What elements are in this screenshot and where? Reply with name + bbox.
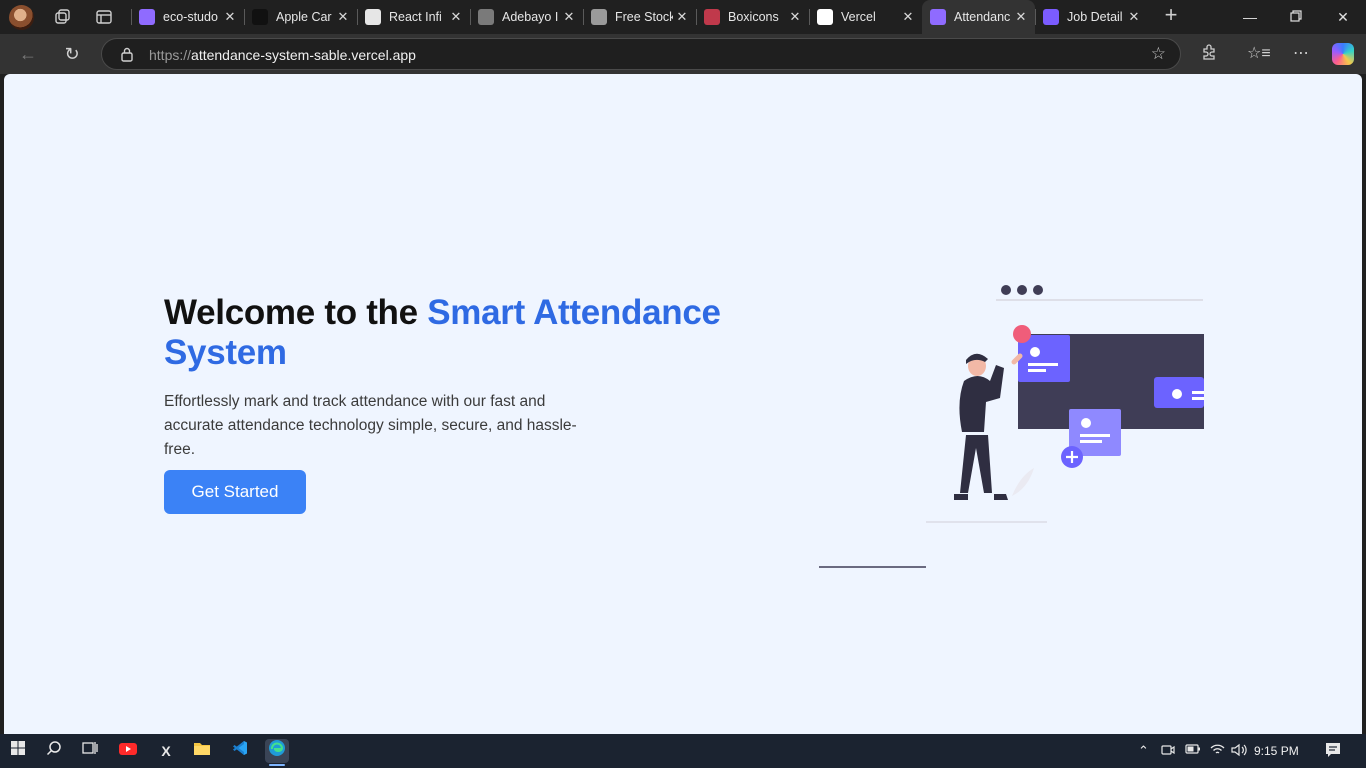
profile-avatar[interactable] <box>9 5 34 30</box>
minimize-button[interactable]: — <box>1240 7 1260 27</box>
extensions-icon[interactable] <box>1198 43 1220 65</box>
hero-title: Welcome to the Smart Attendance System <box>164 293 784 373</box>
more-options-icon[interactable]: ⋯ <box>1290 43 1312 65</box>
close-window-button[interactable]: ✕ <box>1333 7 1353 27</box>
vite-icon <box>930 9 946 25</box>
hero-description: Effortlessly mark and track attendance w… <box>164 393 577 458</box>
volume-icon[interactable] <box>1231 743 1247 760</box>
youtube-icon[interactable] <box>116 739 140 763</box>
meet-icon[interactable] <box>1161 743 1175 760</box>
close-tab-icon[interactable]: ✕ <box>901 8 915 26</box>
start-button[interactable] <box>6 739 30 763</box>
get-started-button[interactable]: Get Started <box>164 470 306 514</box>
boxicons-icon <box>704 9 720 25</box>
tab-title: Job Detail <box>1067 10 1123 24</box>
notifications-icon[interactable] <box>1325 742 1341 761</box>
x-app-icon[interactable]: X <box>154 739 178 763</box>
close-tab-icon[interactable]: ✕ <box>449 8 463 26</box>
tab-title: Attendanc <box>954 10 1011 24</box>
browser-tab[interactable]: eco-studo ✕ <box>131 0 244 34</box>
vscode-icon[interactable] <box>228 739 252 763</box>
hero-title-prefix: Welcome to the <box>164 293 428 332</box>
browser-tab[interactable]: Job Detail ✕ <box>1035 0 1148 34</box>
copilot-icon[interactable] <box>1332 43 1354 65</box>
tab-title: Vercel <box>841 10 876 24</box>
new-tab-button[interactable]: + <box>1162 4 1180 26</box>
vite-icon <box>139 9 155 25</box>
windows-taskbar: X ⌃ 9:15 PM <box>0 734 1366 768</box>
workspaces-icon[interactable] <box>53 8 71 26</box>
taskbar-clock[interactable]: 9:15 PM <box>1254 744 1299 758</box>
pink-dot <box>1013 325 1031 343</box>
task-view-icon[interactable] <box>78 739 102 763</box>
linkedin-like-icon <box>478 9 494 25</box>
tab-actions-icon[interactable] <box>95 8 113 26</box>
close-tab-icon[interactable]: ✕ <box>1127 8 1141 26</box>
terminal-icon <box>252 9 268 25</box>
close-tab-icon[interactable]: ✕ <box>1014 8 1028 26</box>
browser-tab[interactable]: React Infi ✕ <box>357 0 470 34</box>
browser-tab[interactable]: Boxicons ✕ <box>696 0 809 34</box>
wifi-icon[interactable] <box>1210 743 1225 759</box>
openai-icon <box>365 9 381 25</box>
browser-tab[interactable]: Free Stock ✕ <box>583 0 696 34</box>
back-button[interactable]: ← <box>17 43 39 65</box>
tab-title: Boxicons <box>728 10 779 24</box>
file-explorer-icon[interactable] <box>190 739 214 763</box>
tab-title: Adebayo I <box>502 10 559 24</box>
window-dot <box>1033 285 1043 295</box>
tab-separator <box>244 9 245 25</box>
window-dot <box>1001 285 1011 295</box>
url-text[interactable]: https://attendance-system-sable.vercel.a… <box>149 47 416 63</box>
window-dot <box>1017 285 1027 295</box>
star-of-david-icon <box>1043 9 1059 25</box>
close-tab-icon[interactable]: ✕ <box>675 8 689 26</box>
restore-button[interactable] <box>1286 7 1306 27</box>
tab-separator <box>357 9 358 25</box>
close-tab-icon[interactable]: ✕ <box>788 8 802 26</box>
browser-tab[interactable]: Attendanc ✕ <box>922 0 1035 34</box>
favorites-icon[interactable]: ☆≡ <box>1247 43 1271 65</box>
tab-title: Apple Car <box>276 10 332 24</box>
tab-strip: eco-studo ✕ Apple Car ✕ React Infi ✕ Adebayo I… <box>0 0 1366 34</box>
lock-icon <box>121 47 133 62</box>
tab-separator <box>470 9 471 25</box>
hero-illustration <box>819 285 1204 568</box>
tab-title: Free Stock <box>615 10 673 24</box>
tab-separator <box>696 9 697 25</box>
close-tab-icon[interactable]: ✕ <box>336 8 350 26</box>
tab-title: React Infi <box>389 10 442 24</box>
tab-title: eco-studo <box>163 10 218 24</box>
edge-browser-icon[interactable] <box>265 739 289 766</box>
browser-tab[interactable]: Apple Car ✕ <box>244 0 357 34</box>
browser-tab[interactable]: Vercel ✕ <box>809 0 922 34</box>
close-tab-icon[interactable]: ✕ <box>223 8 237 26</box>
tray-overflow-icon[interactable]: ⌃ <box>1138 743 1149 759</box>
search-icon[interactable] <box>42 739 66 763</box>
refresh-button[interactable]: ↻ <box>61 43 83 65</box>
pexels-icon <box>591 9 607 25</box>
browser-toolbar: ← ↻ https://attendance-system-sable.verc… <box>0 34 1366 74</box>
tab-separator <box>1035 9 1036 25</box>
address-bar[interactable]: https://attendance-system-sable.vercel.a… <box>101 38 1181 70</box>
vercel-icon <box>817 9 833 25</box>
tab-separator <box>809 9 810 25</box>
battery-icon[interactable] <box>1185 743 1201 758</box>
page-viewport: Welcome to the Smart Attendance System E… <box>4 74 1362 734</box>
browser-tab[interactable]: Adebayo I ✕ <box>470 0 583 34</box>
tab-separator <box>583 9 584 25</box>
tab-separator <box>131 9 132 25</box>
close-tab-icon[interactable]: ✕ <box>562 8 576 26</box>
favorite-star-icon[interactable]: ☆ <box>1151 44 1166 64</box>
